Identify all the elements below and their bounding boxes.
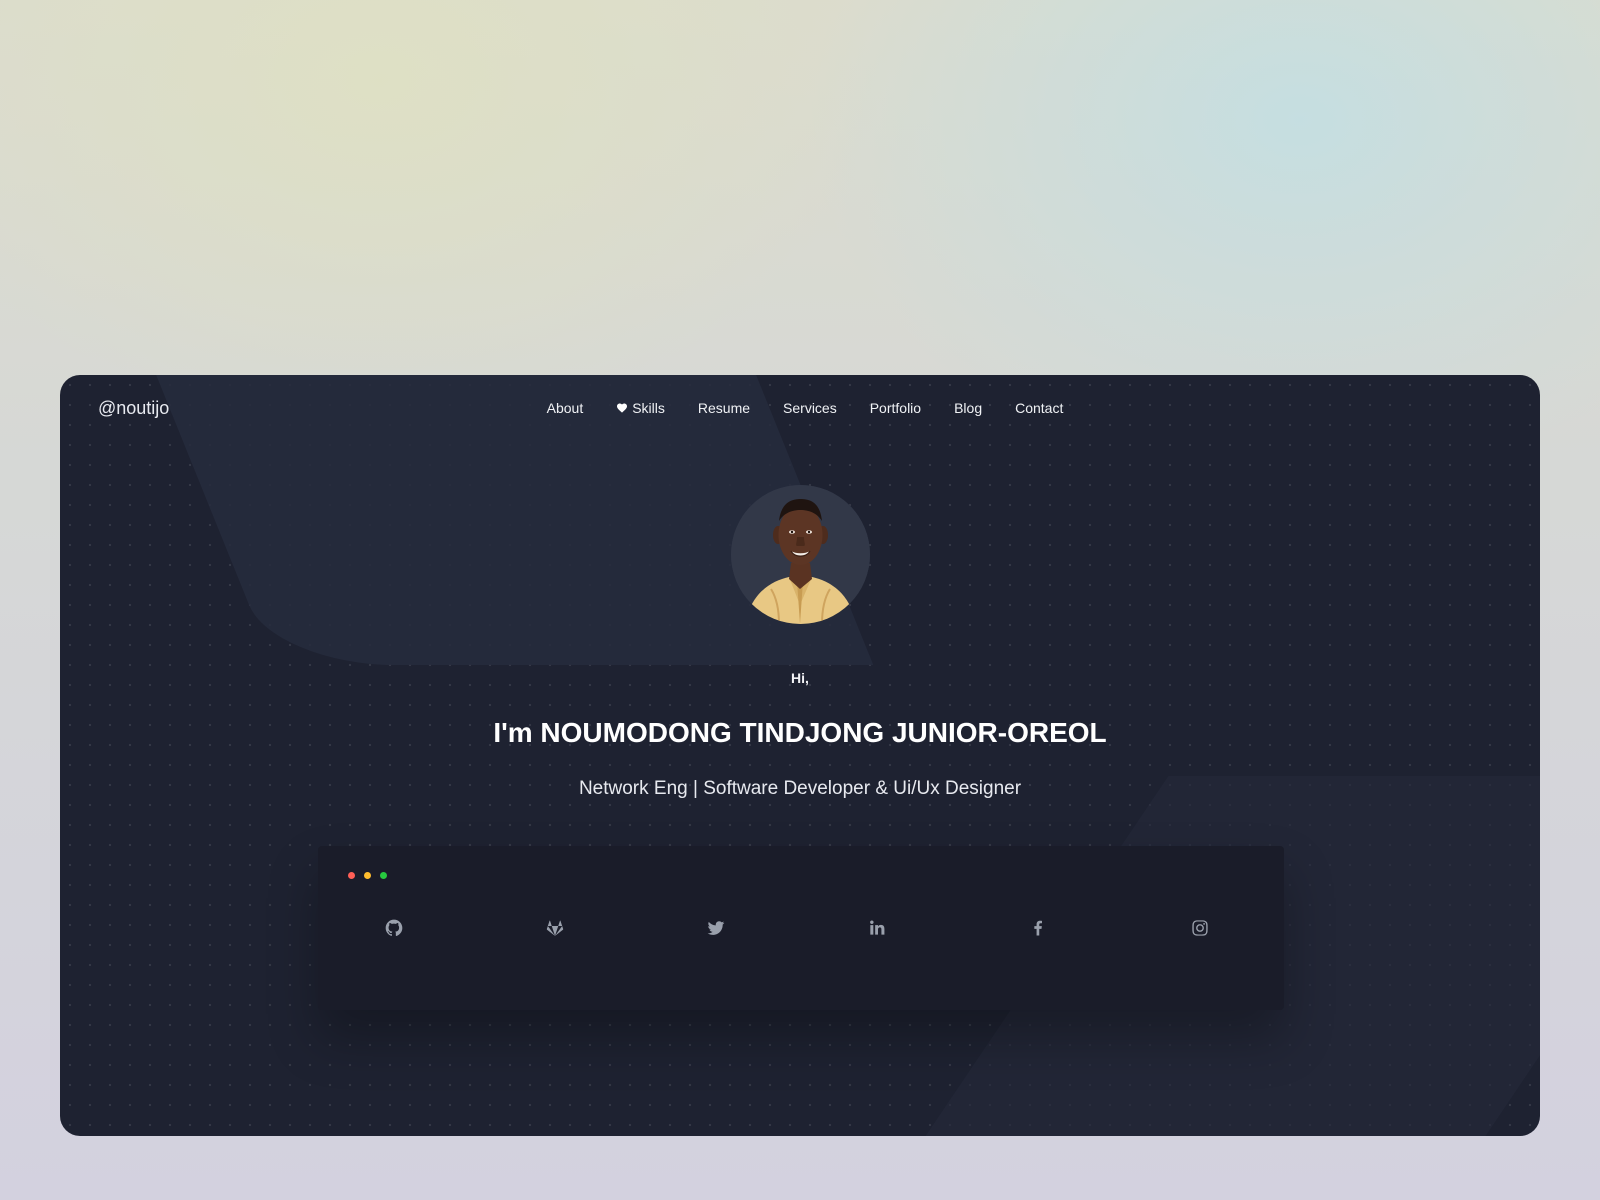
heart-icon <box>617 403 628 413</box>
hero-card: @noutijo About Skills Resume Services Po… <box>60 375 1540 1136</box>
nav-item-label: Contact <box>1015 400 1064 416</box>
profile-photo <box>731 485 870 624</box>
instagram-icon <box>1192 920 1208 936</box>
nav-item-about[interactable]: About <box>547 400 584 416</box>
nav-item-skills[interactable]: Skills <box>616 400 665 416</box>
linkedin-link[interactable] <box>865 916 889 940</box>
github-icon <box>385 919 403 937</box>
nav-item-resume[interactable]: Resume <box>698 400 750 416</box>
facebook-icon <box>1034 920 1042 936</box>
main-nav: About Skills Resume Services Portfolio B… <box>60 400 1540 416</box>
gitlab-link[interactable] <box>543 916 567 940</box>
nav-item-blog[interactable]: Blog <box>954 400 982 416</box>
maximize-dot <box>380 872 387 879</box>
window-dots <box>348 872 387 879</box>
nav-item-label: Services <box>783 400 837 416</box>
hero-headline: I'm NOUMODONG TINDJONG JUNIOR-OREOL <box>493 717 1107 748</box>
linkedin-icon <box>870 920 885 935</box>
github-link[interactable] <box>382 916 406 940</box>
nav-item-portfolio[interactable]: Portfolio <box>870 400 921 416</box>
hero-greeting: Hi, <box>791 670 809 686</box>
nav-item-label: About <box>546 400 584 416</box>
minimize-dot <box>364 872 371 879</box>
profile-avatar <box>731 485 870 624</box>
nav-item-label: Resume <box>697 400 751 416</box>
twitter-icon <box>707 921 725 935</box>
instagram-link[interactable] <box>1188 916 1212 940</box>
nav-item-contact[interactable]: Contact <box>1015 400 1063 416</box>
nav-item-label: Blog <box>954 400 983 416</box>
gitlab-icon <box>546 920 564 936</box>
hero-subtitle: Network Eng | Software Developer & Ui/Ux… <box>578 778 1022 799</box>
close-dot <box>348 872 355 879</box>
twitter-link[interactable] <box>704 916 728 940</box>
facebook-link[interactable] <box>1026 916 1050 940</box>
social-links-panel <box>318 846 1284 1010</box>
nav-item-label: Portfolio <box>869 400 922 416</box>
nav-item-label: Skills <box>632 400 665 416</box>
nav-item-services[interactable]: Services <box>783 400 837 416</box>
